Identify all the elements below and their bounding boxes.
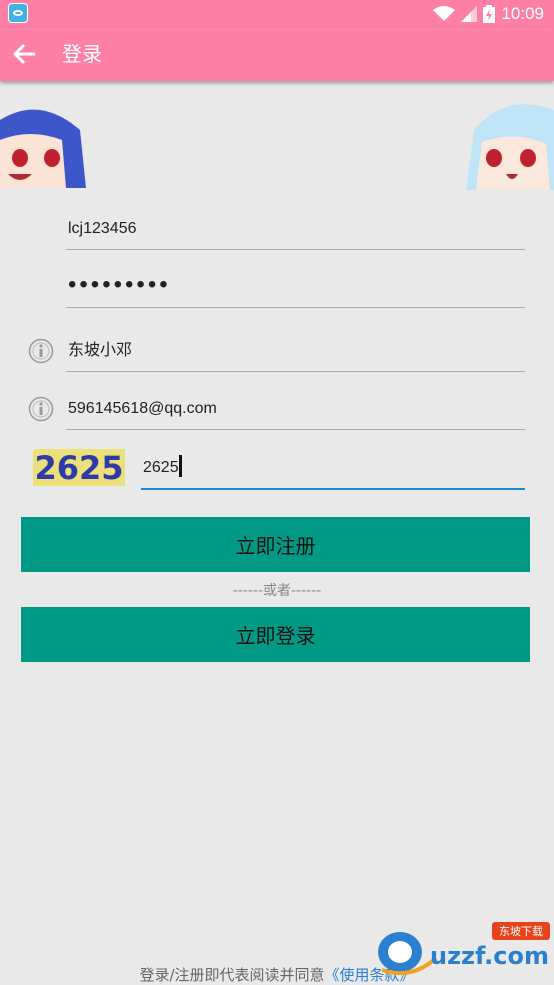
- info-icon: [28, 338, 54, 364]
- status-icons: 10:09: [433, 0, 544, 27]
- signal-icon: [461, 5, 478, 22]
- info-icon: [28, 396, 54, 422]
- captcha-input[interactable]: 2625: [141, 445, 525, 490]
- status-bar: 10:09: [0, 0, 554, 27]
- register-button[interactable]: 立即注册: [21, 517, 530, 572]
- svg-text:uzzf.com: uzzf.com: [430, 942, 549, 970]
- wifi-icon: [433, 5, 456, 21]
- password-field[interactable]: •••••••••: [66, 263, 525, 308]
- text-cursor: [178, 455, 182, 477]
- page-title: 登录: [62, 42, 102, 66]
- username-field[interactable]: lcj123456: [66, 205, 525, 250]
- username-value: lcj123456: [68, 220, 137, 237]
- login-button[interactable]: 立即登录: [21, 607, 530, 662]
- password-value: •••••••••: [68, 271, 171, 298]
- captcha-input-value: 2625: [143, 455, 182, 477]
- status-time: 10:09: [501, 3, 544, 23]
- terms-text: 登录/注册即代表阅读并同意: [139, 966, 325, 984]
- nickname-value: 东坡小邓: [68, 342, 133, 359]
- app-toolbar: 登录: [0, 27, 554, 81]
- svg-text:东坡下载: 东坡下载: [499, 925, 543, 938]
- or-divider: ------或者------: [232, 583, 322, 599]
- captcha-image-text: 2625: [34, 449, 123, 486]
- email-field[interactable]: 596145618@qq.com: [66, 385, 525, 430]
- nickname-field[interactable]: 东坡小邓: [66, 327, 525, 372]
- captcha-image[interactable]: 2625: [33, 449, 125, 486]
- email-value: 596145618@qq.com: [68, 400, 217, 417]
- mascot-left-image: [0, 109, 86, 188]
- battery-charging-icon: [483, 4, 496, 23]
- mascot-right-image: [466, 104, 554, 190]
- app-notification-icon: [8, 3, 28, 23]
- arrow-left-icon[interactable]: [10, 40, 38, 68]
- uzzf-watermark-logo: 东坡下载 uzzf.com: [378, 922, 550, 975]
